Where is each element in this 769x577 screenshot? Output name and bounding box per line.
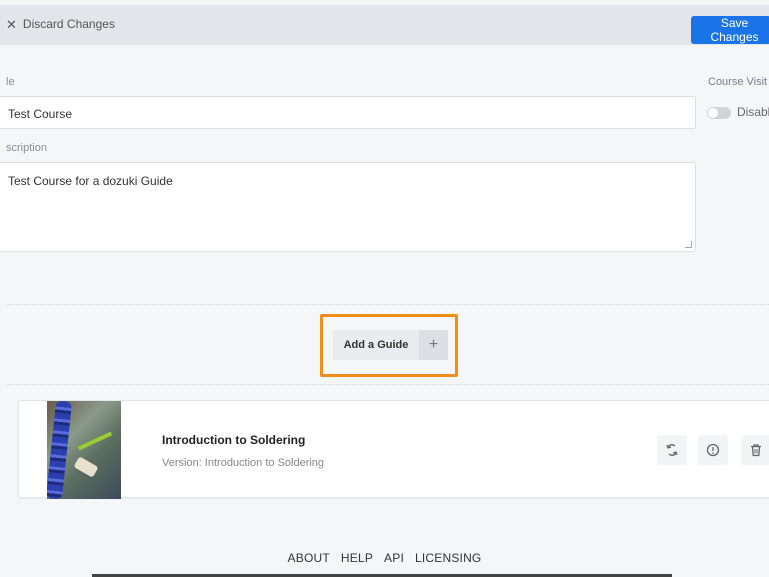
swap-version-button[interactable] [657,435,687,465]
discard-changes-label: Discard Changes [22,17,115,31]
course-title-field[interactable]: Test Course [0,96,696,129]
thumbnail-tip [73,456,99,478]
footer-nav: ABOUT HELP API LICENSING [0,551,769,565]
add-a-guide-label: Add a Guide [333,330,419,360]
course-visibility-label: Course Visit [708,76,768,88]
section-divider-top [6,304,769,305]
footer-link-help[interactable]: HELP [341,551,373,565]
guide-thumbnail [47,401,121,499]
course-visibility-state: Disabl [737,105,769,119]
description-label: scription [6,142,47,154]
swap-icon [666,444,678,456]
discard-changes-button[interactable]: ✕ Discard Changes [6,17,115,31]
course-title-value: Test Course [8,107,73,121]
thumbnail-beads [47,401,73,499]
plus-icon[interactable]: + [419,330,448,360]
info-icon [706,443,720,457]
toggle-knob [708,108,718,118]
guide-info-button[interactable] [698,435,728,465]
footer-link-about[interactable]: ABOUT [288,551,330,565]
title-label: le [6,76,15,88]
thumbnail-wire [77,431,113,451]
editor-toolbar: ✕ Discard Changes Save Changes [0,5,769,45]
course-description-field[interactable]: Test Course for a dozuki Guide [0,162,696,252]
section-divider-bottom [6,384,769,385]
course-editor-page: ✕ Discard Changes Save Changes le Test C… [0,0,769,577]
add-a-guide-button[interactable]: Add a Guide + [333,330,448,360]
footer-link-api[interactable]: API [384,551,404,565]
course-description-value: Test Course for a dozuki Guide [8,174,173,188]
guide-title[interactable]: Introduction to Soldering [162,433,305,447]
guide-version: Version: Introduction to Soldering [162,457,325,469]
trash-icon [751,444,761,457]
course-visibility-toggle[interactable] [707,107,731,119]
delete-guide-button[interactable] [741,435,769,465]
resize-handle-icon[interactable] [685,241,692,248]
close-icon: ✕ [6,16,17,32]
footer-link-licensing[interactable]: LICENSING [415,551,481,565]
save-changes-button[interactable]: Save Changes [691,16,769,44]
guide-card[interactable]: Introduction to Soldering Version: Intro… [18,400,769,499]
